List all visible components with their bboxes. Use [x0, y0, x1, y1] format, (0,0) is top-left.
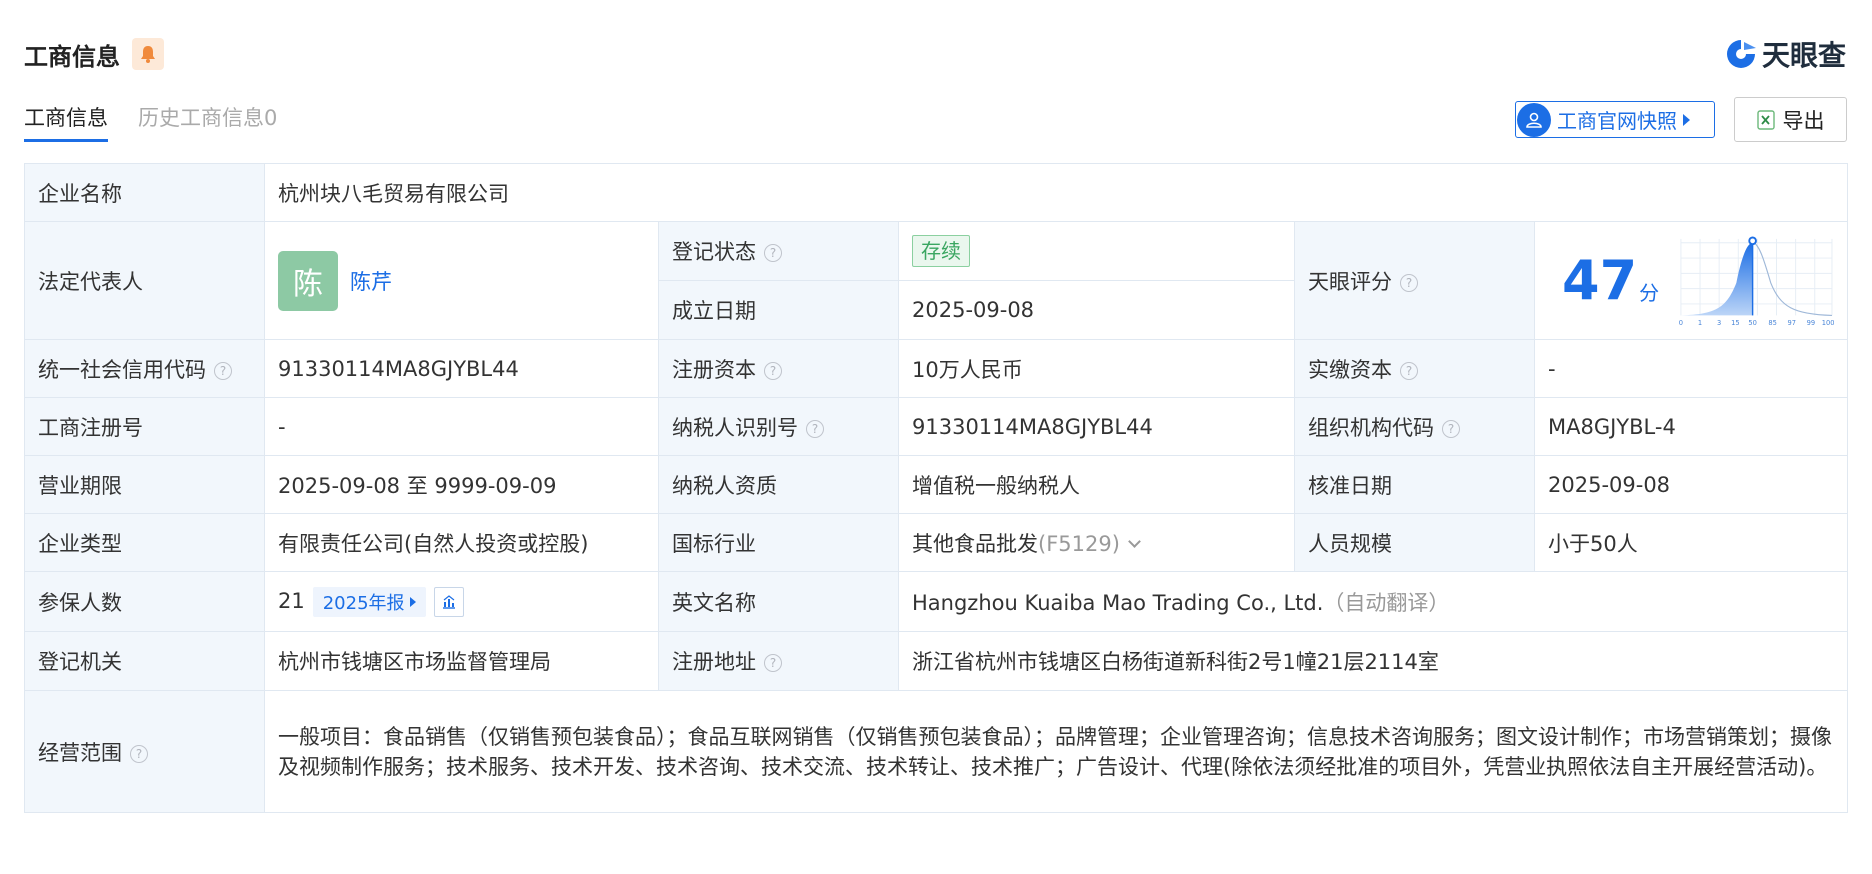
credit-code-label: 统一社会信用代码?: [24, 339, 265, 398]
company-name-label: 企业名称: [24, 163, 265, 222]
reg-authority-value: 杭州市钱塘区市场监督管理局: [264, 631, 659, 691]
bar-chart-icon[interactable]: [433, 586, 464, 617]
annual-report-link[interactable]: 2025年报: [312, 586, 426, 617]
business-scope-label: 经营范围?: [24, 690, 265, 813]
reg-authority-label: 登记机关: [24, 631, 265, 691]
reg-address-value: 浙江省杭州市钱塘区白杨街道新科街2号1幢21层2114室: [897, 631, 1849, 691]
score-tick: 50: [1749, 318, 1758, 326]
founded-value: 2025-09-08: [898, 280, 1295, 340]
score-value: 47: [1562, 249, 1638, 312]
question-icon[interactable]: ?: [1400, 273, 1418, 292]
tax-id-label: 纳税人识别号?: [658, 397, 899, 456]
industry-code: (F5129): [1038, 531, 1120, 556]
staff-size-label: 人员规模: [1294, 513, 1535, 572]
org-code-label: 组织机构代码?: [1294, 397, 1535, 456]
tab-business-info[interactable]: 工商信息: [24, 102, 108, 142]
insured-cell: 21 2025年报: [264, 571, 659, 632]
logo-icon: [1726, 40, 1756, 68]
bell-icon[interactable]: [132, 38, 164, 70]
official-snapshot-button[interactable]: 工商官网快照: [1515, 101, 1715, 138]
chevron-down-icon[interactable]: [1128, 534, 1141, 548]
legal-rep-label: 法定代表人: [24, 221, 265, 340]
excel-icon: [1756, 109, 1775, 130]
export-button[interactable]: 导出: [1734, 97, 1847, 142]
section-title: 工商信息: [24, 42, 120, 71]
approve-date-value: 2025-09-08: [1533, 455, 1849, 514]
question-icon[interactable]: ?: [214, 361, 232, 380]
org-code-value: MA8GJYBL-4: [1533, 397, 1849, 456]
reg-capital-value: 10万人民币: [898, 339, 1295, 398]
english-name-label: 英文名称: [658, 571, 899, 632]
caret-right-icon: [1683, 113, 1690, 126]
business-info-table: 企业名称 杭州块八毛贸易有限公司 法定代表人 陈 陈芹 登记状态? 存续 天眼评…: [24, 163, 1849, 813]
business-term-label: 营业期限: [24, 455, 265, 514]
score-tick: 97: [1788, 318, 1797, 326]
reg-number-label: 工商注册号: [24, 397, 265, 456]
person-icon: [1517, 102, 1551, 137]
reg-address-label: 注册地址?: [658, 631, 899, 691]
score-tick: 85: [1769, 318, 1778, 326]
english-name-cell: Hangzhou Kuaiba Mao Trading Co., Ltd.（自动…: [897, 571, 1849, 632]
industry-value: 其他食品批发: [912, 531, 1038, 556]
tax-qual-label: 纳税人资质: [658, 455, 899, 514]
business-term-value: 2025-09-08 至 9999-09-09: [264, 455, 659, 514]
snapshot-label: 工商官网快照: [1557, 109, 1677, 133]
section-header: 工商信息: [24, 36, 164, 72]
business-scope-value: 一般项目：食品销售（仅销售预包装食品）；食品互联网销售（仅销售预包装食品）；品牌…: [263, 690, 1849, 813]
avatar: 陈: [278, 250, 338, 311]
question-icon[interactable]: ?: [764, 654, 782, 672]
tianyan-score-cell[interactable]: 47 分 0 1 3 15 50 85 97 99 100: [1533, 221, 1849, 340]
score-tick: 3: [1717, 318, 1721, 326]
tab-bar: 工商信息 历史工商信息0: [24, 102, 307, 142]
tax-id-value: 91330114MA8GJYBL44: [898, 397, 1295, 456]
tax-qual-value: 增值税一般纳税人: [898, 455, 1295, 514]
staff-size-value: 小于50人: [1533, 513, 1849, 572]
industry-cell[interactable]: 其他食品批发(F5129): [898, 513, 1295, 572]
company-type-label: 企业类型: [24, 513, 265, 572]
approve-date-label: 核准日期: [1294, 455, 1535, 514]
score-tick: 1: [1698, 318, 1702, 326]
question-icon[interactable]: ?: [764, 244, 782, 262]
company-name-value: 杭州块八毛贸易有限公司: [263, 163, 1849, 222]
auto-translate-note: （自动翻译）: [1323, 590, 1450, 615]
legal-rep-link[interactable]: 陈芹: [350, 266, 392, 296]
credit-code-value: 91330114MA8GJYBL44: [264, 339, 659, 398]
score-tick: 15: [1731, 318, 1740, 326]
logo-text: 天眼查: [1761, 39, 1846, 72]
company-type-value: 有限责任公司(自然人投资或控股): [264, 513, 659, 572]
founded-label: 成立日期: [658, 280, 899, 340]
industry-label: 国标行业: [658, 513, 899, 572]
brand-logo: 天眼查: [1724, 34, 1846, 74]
english-name-value: Hangzhou Kuaiba Mao Trading Co., Ltd.: [912, 590, 1324, 615]
reg-status-label: 登记状态?: [658, 221, 899, 281]
reg-number-value: -: [264, 397, 659, 456]
export-label: 导出: [1782, 108, 1825, 133]
paid-capital-value: -: [1533, 339, 1849, 398]
question-icon[interactable]: ?: [764, 361, 782, 380]
score-tick: 99: [1807, 318, 1816, 326]
status-badge: 存续: [912, 235, 970, 267]
tab-history-info[interactable]: 历史工商信息0: [138, 102, 277, 142]
caret-right-icon: [409, 596, 416, 607]
score-distribution-chart: 0 1 3 15 50 85 97 99 100: [1679, 236, 1834, 326]
question-icon[interactable]: ?: [1442, 419, 1460, 438]
score-tick: 0: [1679, 318, 1683, 326]
score-tick: 100: [1822, 318, 1834, 326]
question-icon[interactable]: ?: [130, 744, 148, 763]
legal-rep-cell: 陈 陈芹: [264, 221, 659, 340]
insured-value: 21: [278, 588, 305, 613]
tianyan-score-label: 天眼评分?: [1294, 221, 1535, 340]
insured-label: 参保人数: [24, 571, 265, 632]
question-icon[interactable]: ?: [806, 419, 824, 438]
paid-capital-label: 实缴资本?: [1294, 339, 1535, 398]
score-unit: 分: [1639, 281, 1660, 305]
reg-status-cell: 存续: [898, 221, 1295, 281]
reg-capital-label: 注册资本?: [658, 339, 899, 398]
question-icon[interactable]: ?: [1400, 361, 1418, 380]
